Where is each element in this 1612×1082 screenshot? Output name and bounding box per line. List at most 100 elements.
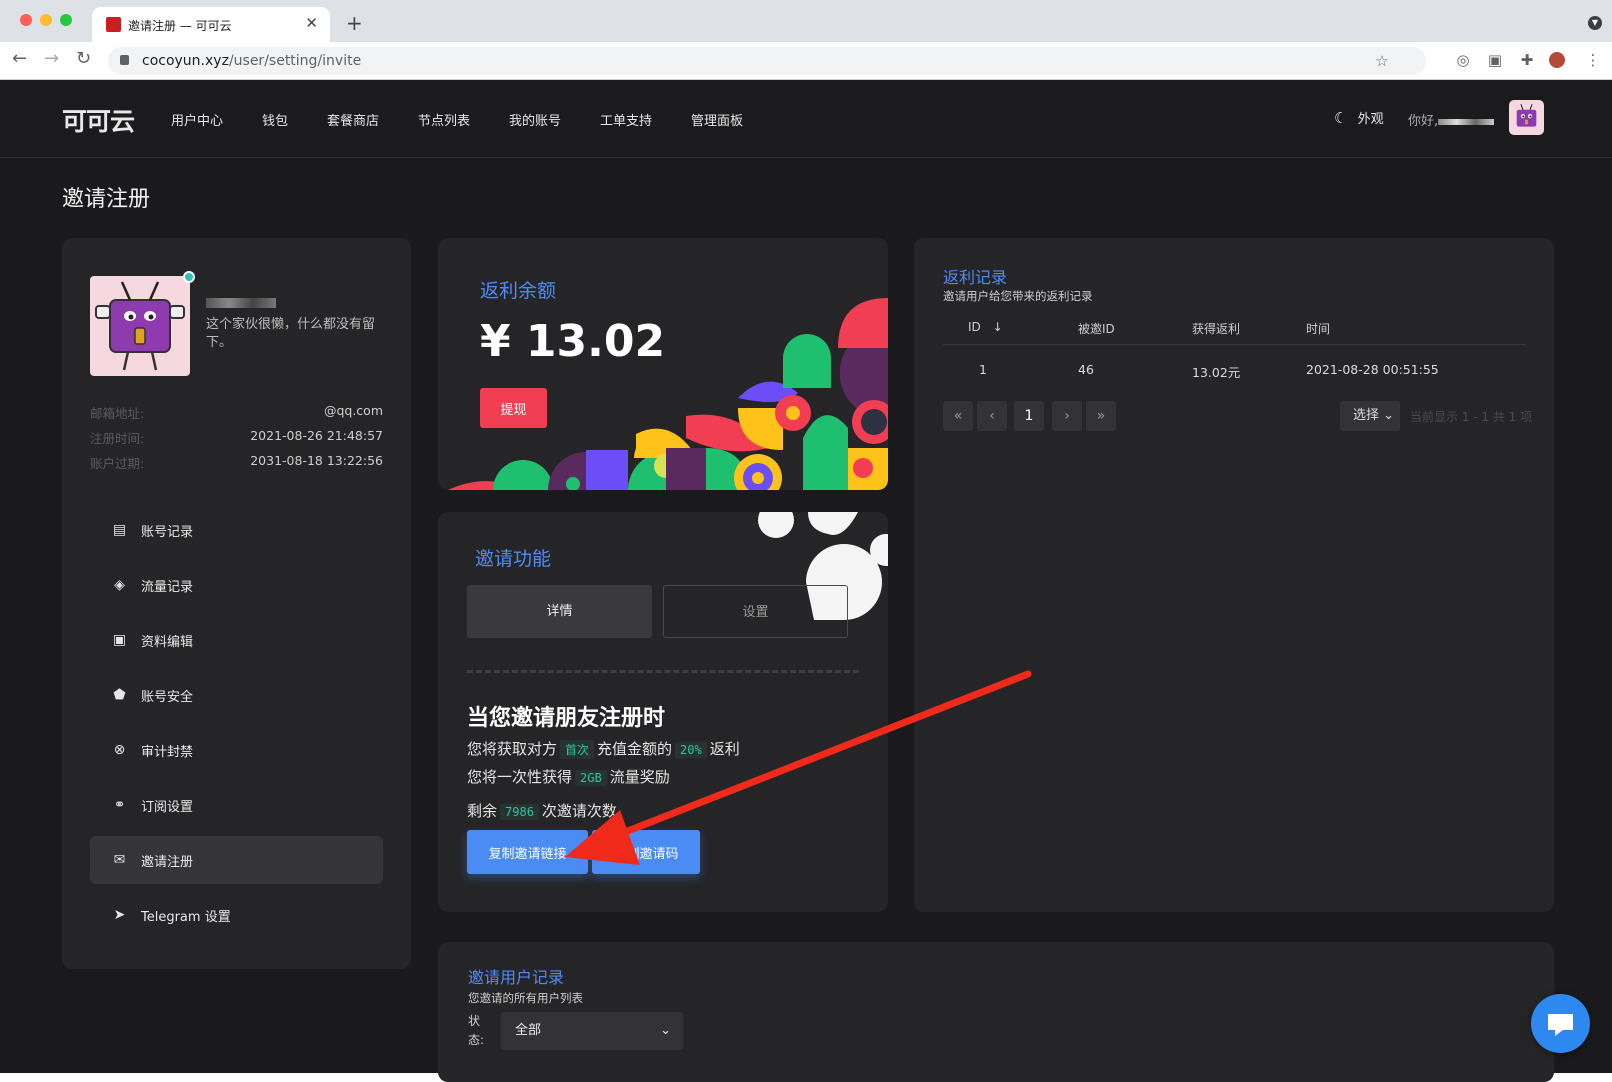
extension-mask-icon[interactable]: ▣ (1487, 52, 1503, 68)
last-page-icon[interactable]: » (1086, 401, 1116, 431)
nav-shop[interactable]: 套餐商店 (327, 110, 379, 129)
sort-down-icon: ↓ (992, 320, 1003, 334)
page-number[interactable]: 1 (1014, 401, 1044, 431)
tab-details[interactable]: 详情 (467, 585, 652, 638)
dashed-divider (467, 670, 859, 673)
menu-account-security[interactable]: ⬟ 账号安全 (90, 671, 383, 719)
maximize-window-button[interactable] (60, 14, 72, 26)
blurred-profile-name (206, 298, 276, 308)
prev-page-icon[interactable]: ‹ (977, 401, 1007, 431)
profile-bio: 这个家伙很懒，什么都没有留下。 (206, 317, 376, 350)
close-window-button[interactable] (20, 14, 32, 26)
remaining-count-code: 7986 (500, 804, 539, 820)
chat-bubble-icon (1548, 1014, 1573, 1036)
browser-menu-icon[interactable]: ⋮ (1585, 52, 1601, 68)
robot-avatar-icon (95, 281, 185, 371)
app-page: 可可云 用户中心 钱包 套餐商店 节点列表 我的账号 工单支持 管理面板 ☾ 外… (0, 80, 1612, 1082)
nav-my-account[interactable]: 我的账号 (509, 110, 561, 129)
menu-audit-ban[interactable]: ⊗ 审计封禁 (90, 726, 383, 774)
profile-avatar-icon[interactable] (1549, 52, 1565, 68)
col-id-header[interactable]: ID ↓ (968, 320, 1003, 334)
copy-invite-code-button[interactable]: 复制邀请码 (592, 830, 700, 874)
paint-bucket-icon: ◈ (114, 577, 125, 593)
document-icon: ▤ (112, 522, 127, 538)
rebate-title: 返利记录 (943, 268, 1008, 287)
site-favicon-icon (106, 17, 121, 32)
email-value: @qq.com (323, 403, 383, 418)
status-select[interactable]: 全部 ⌄ (501, 1012, 683, 1050)
withdraw-button[interactable]: 提现 (480, 388, 547, 428)
table-divider (943, 344, 1526, 345)
invite-records-card: 邀请用户记录 您邀请的所有用户列表 状态: 全部 ⌄ (438, 942, 1554, 1082)
address-bar[interactable]: cocoyun.xyz/user/setting/invite ☆ (108, 47, 1426, 75)
nav-tickets[interactable]: 工单支持 (600, 110, 652, 129)
minimize-window-button[interactable] (40, 14, 52, 26)
chat-widget-button[interactable] (1531, 994, 1590, 1053)
balance-card: 返利余额 ¥ 13.02 提现 (438, 238, 888, 490)
bookmark-star-icon[interactable]: ☆ (1374, 53, 1390, 69)
profile-card: 这个家伙很懒，什么都没有留下。 邮箱地址: @qq.com 注册时间: 2021… (62, 238, 411, 969)
browser-tab[interactable]: 邀请注册 — 可可云 ✕ (92, 7, 330, 42)
extension-eye-icon[interactable]: ◎ (1455, 52, 1471, 68)
user-card-icon: ▣ (112, 632, 127, 648)
blurred-username (1438, 118, 1495, 125)
invite-function-card: 邀请功能 详情 设置 当您邀请朋友注册时 您将获取对方 首次 充值金额的 20% 返利 … (438, 512, 888, 912)
rebate-records-card: 返利记录 邀请用户给您带来的返利记录 ID ↓ 被邀ID 获得返利 时间 1 4… (914, 238, 1554, 912)
balance-label: 返利余额 (480, 280, 557, 302)
tab-search-icon[interactable]: ▼ (1588, 16, 1602, 30)
site-logo[interactable]: 可可云 (62, 102, 135, 138)
block-icon: ⊗ (113, 742, 126, 758)
col-invitee-header[interactable]: 被邀ID (1078, 320, 1115, 337)
online-status-dot (183, 271, 195, 283)
invite-records-subtitle: 您邀请的所有用户列表 (468, 991, 583, 1005)
browser-chrome: 邀请注册 — 可可云 ✕ + ▼ ← → ↻ cocoyun.xyz/user/… (0, 0, 1612, 80)
appearance-toggle[interactable]: ☾ 外观 (1334, 108, 1384, 127)
shield-lock-icon: ⬟ (113, 687, 126, 703)
rebate-subtitle: 邀请用户给您带来的返利记录 (943, 289, 1093, 303)
menu-traffic-records[interactable]: ◈ 流量记录 (90, 561, 383, 609)
menu-account-records[interactable]: ▤ 账号记录 (90, 506, 383, 554)
expire-label: 账户过期: (90, 456, 145, 471)
menu-subscription[interactable]: ⚭ 订阅设置 (90, 781, 383, 829)
menu-invite[interactable]: ✉ 邀请注册 (90, 836, 383, 884)
balance-amount: ¥ 13.02 (480, 316, 666, 367)
rebate-percent-code: 20% (675, 742, 707, 758)
close-tab-icon[interactable]: ✕ (305, 14, 318, 32)
nav-wallet[interactable]: 钱包 (262, 110, 288, 129)
extensions-puzzle-icon[interactable]: ✚ (1519, 52, 1535, 68)
forward-icon[interactable]: → (44, 48, 59, 69)
appearance-label: 外观 (1357, 112, 1384, 127)
menu-profile-edit[interactable]: ▣ 资料编辑 (90, 616, 383, 664)
page-size-select[interactable]: 选择 ⌄ (1340, 401, 1400, 431)
reload-icon[interactable]: ↻ (76, 48, 91, 69)
page-info: 当前显示 1 - 1 共 1 项 (1410, 410, 1533, 424)
col-rebate-header[interactable]: 获得返利 (1192, 320, 1240, 337)
url-text: cocoyun.xyz/user/setting/invite (142, 53, 362, 69)
nav-user-center[interactable]: 用户中心 (171, 110, 223, 129)
invite-records-title: 邀请用户记录 (468, 968, 565, 987)
expire-value: 2031-08-18 13:22:56 (250, 453, 383, 468)
email-label: 邮箱地址: (90, 406, 145, 421)
register-label: 注册时间: (90, 431, 145, 446)
nav-admin[interactable]: 管理面板 (691, 110, 743, 129)
back-icon[interactable]: ← (12, 48, 27, 69)
top-navbar: 可可云 用户中心 钱包 套餐商店 节点列表 我的账号 工单支持 管理面板 ☾ 外… (0, 80, 1612, 158)
nav-nodes[interactable]: 节点列表 (418, 110, 470, 129)
user-avatar[interactable] (1509, 100, 1544, 135)
browser-toolbar: ← → ↻ cocoyun.xyz/user/setting/invite ☆ … (0, 42, 1612, 80)
menu-telegram[interactable]: ➤ Telegram 设置 (90, 891, 383, 939)
envelope-icon: ✉ (113, 852, 126, 868)
col-time-header[interactable]: 时间 (1306, 320, 1330, 337)
next-page-icon[interactable]: › (1052, 401, 1082, 431)
user-greeting[interactable]: 你好, (1408, 110, 1495, 129)
register-value: 2021-08-26 21:48:57 (250, 428, 383, 443)
tab-bar: 邀请注册 — 可可云 ✕ + ▼ (0, 0, 1612, 42)
invite-rebate-line: 您将获取对方 首次 充值金额的 20% 返利 (467, 740, 740, 759)
new-tab-icon[interactable]: + (346, 11, 363, 35)
tab-settings[interactable]: 设置 (663, 585, 848, 638)
first-page-icon[interactable]: « (943, 401, 973, 431)
send-icon: ➤ (113, 907, 126, 923)
first-recharge-code: 首次 (560, 740, 595, 759)
copy-invite-link-button[interactable]: 复制邀请链接 (467, 830, 588, 874)
avatar (90, 276, 190, 376)
